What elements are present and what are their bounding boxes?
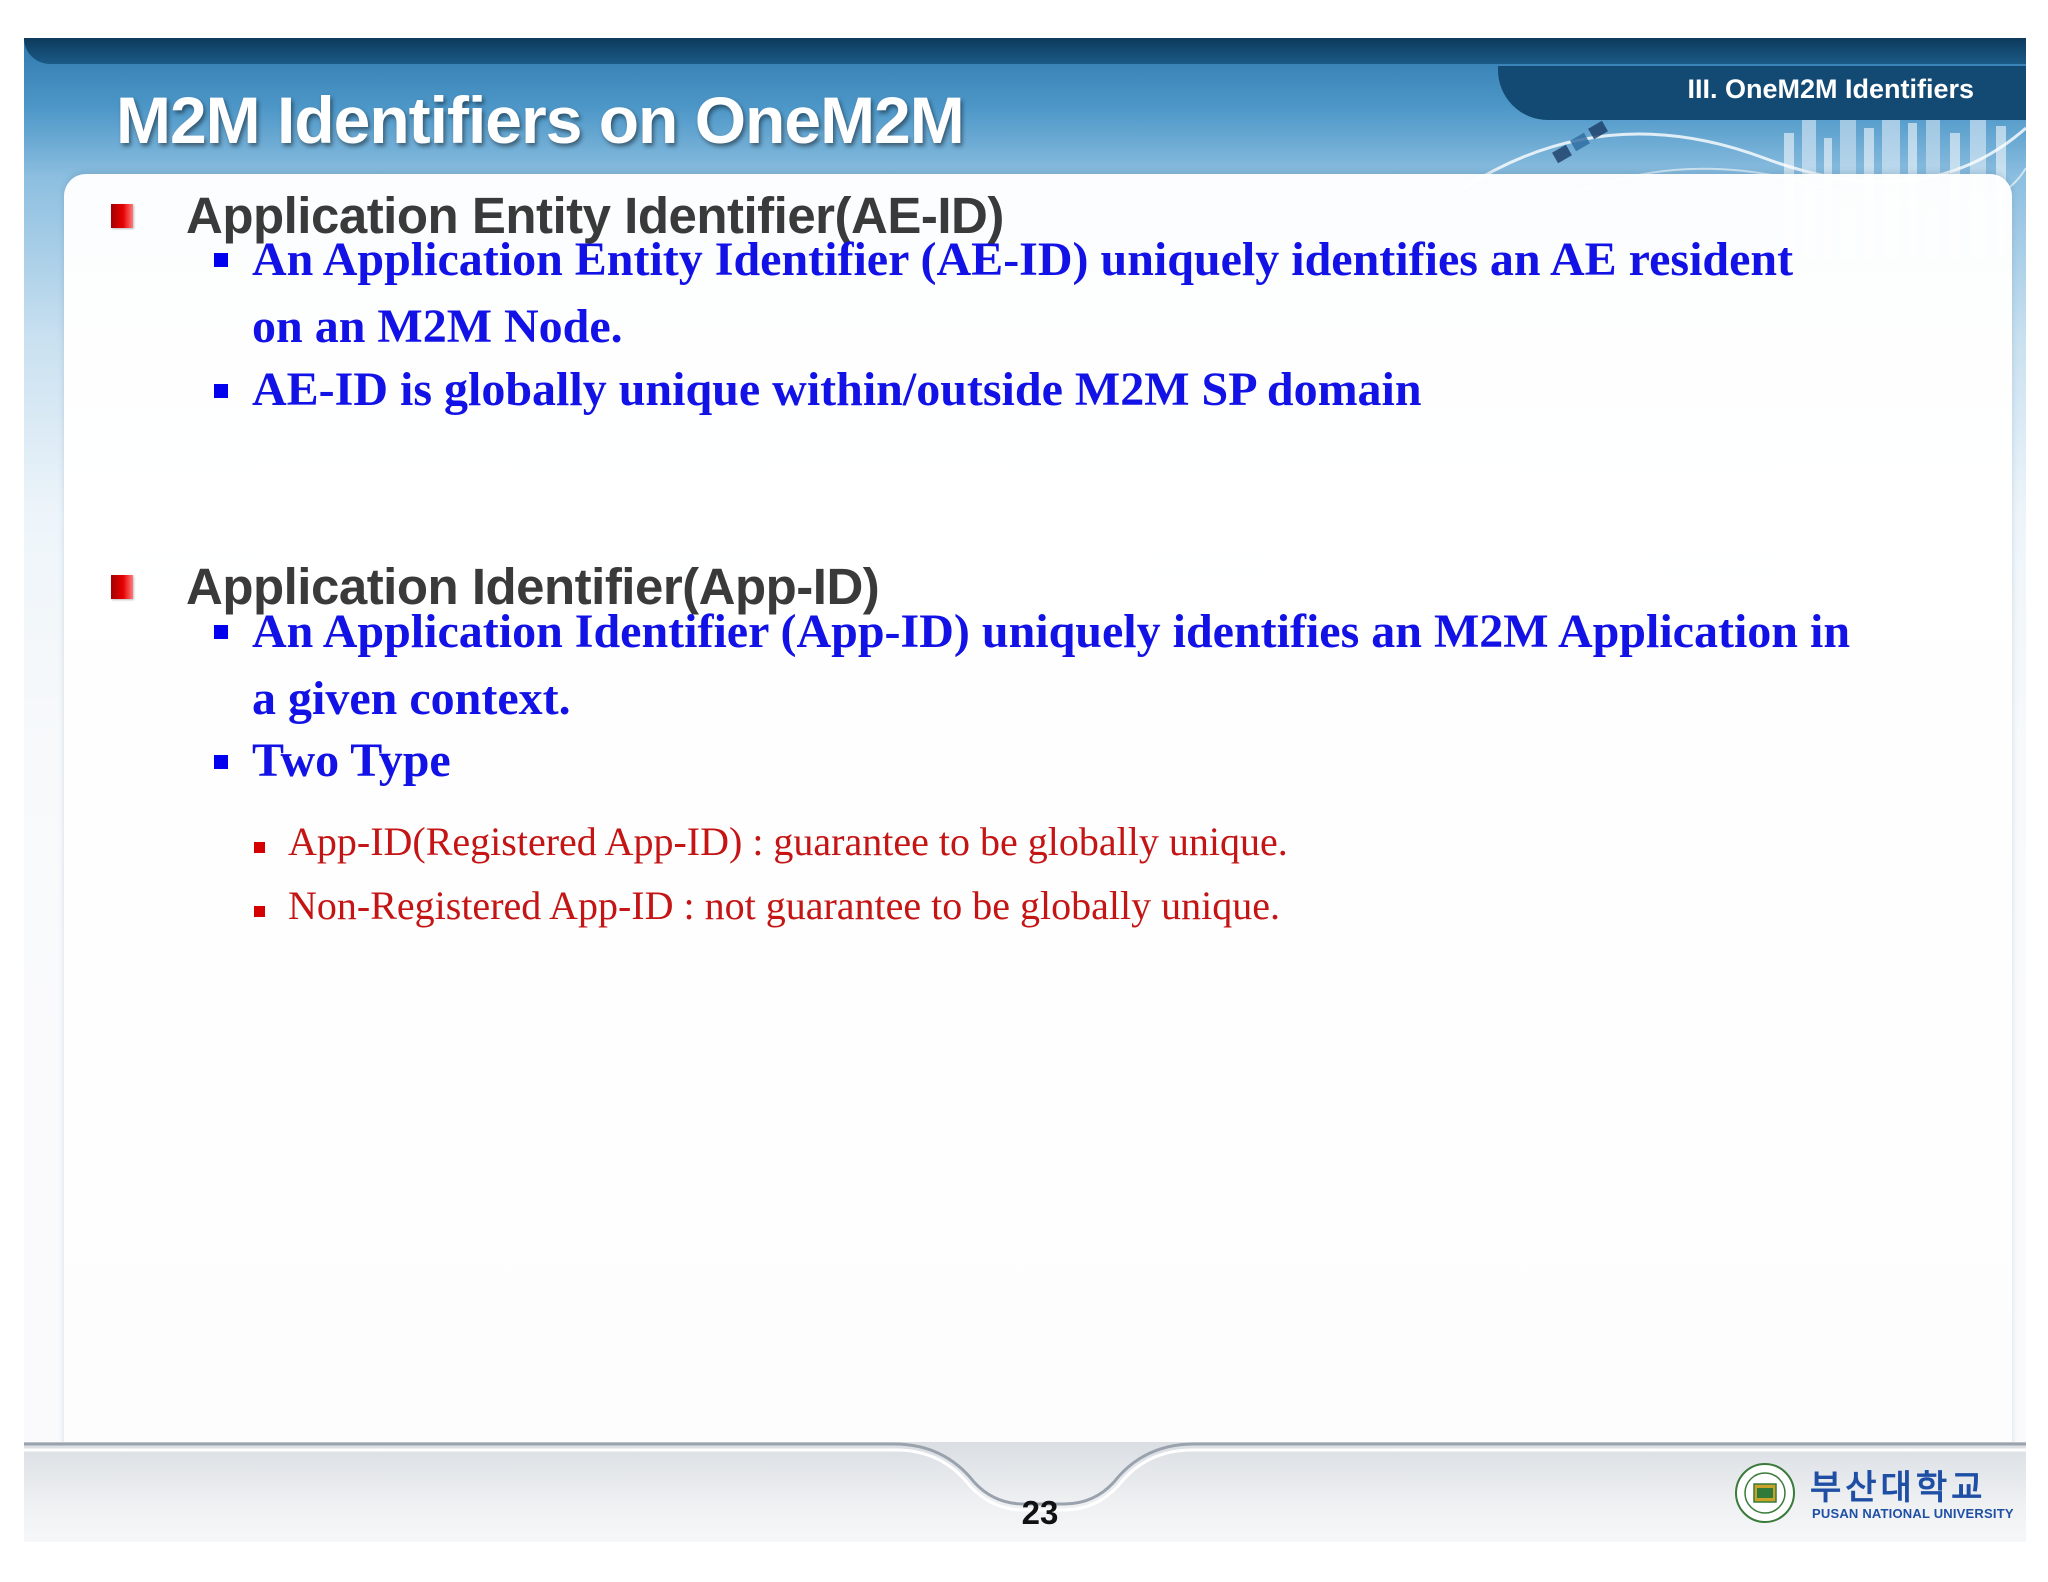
bullet-app-id-definition: An Application Identifier (App-ID) uniqu… (252, 605, 1851, 725)
sub-bullet-icon (254, 906, 265, 917)
bullet-two-type: Two Type (252, 734, 451, 787)
bullet-icon (214, 625, 228, 639)
bullet-ae-id-definition: An Application Entity Identifier (AE-ID)… (252, 233, 1794, 353)
logo-english-text: PUSAN NATIONAL UNIVERSITY (1812, 1506, 2014, 1521)
sub-bullet-non-registered: Non-Registered App-ID : not guarantee to… (288, 883, 1280, 928)
section-marker-icon (111, 575, 133, 599)
section-marker-icon (111, 204, 133, 228)
page-title: M2M Identifiers on OneM2M (116, 83, 965, 157)
logo-korean-text: 부산대학교 (1810, 1468, 1987, 1508)
sub-bullet-icon (254, 842, 265, 853)
sub-bullet-registered: App-ID(Registered App-ID) : guarantee to… (288, 819, 1288, 864)
slide: M2M Identifiers on OneM2M III. OneM2M Id… (24, 38, 2026, 1542)
bullet-icon (214, 755, 228, 769)
university-seal-icon (1735, 1463, 1795, 1523)
bullet-icon (214, 384, 228, 398)
bullet-icon (214, 253, 228, 267)
section-label: III. OneM2M Identifiers (1687, 74, 1974, 104)
bullet-ae-id-uniqueness: AE-ID is globally unique within/outside … (252, 363, 1422, 416)
page-number: 23 (1021, 1494, 1059, 1531)
